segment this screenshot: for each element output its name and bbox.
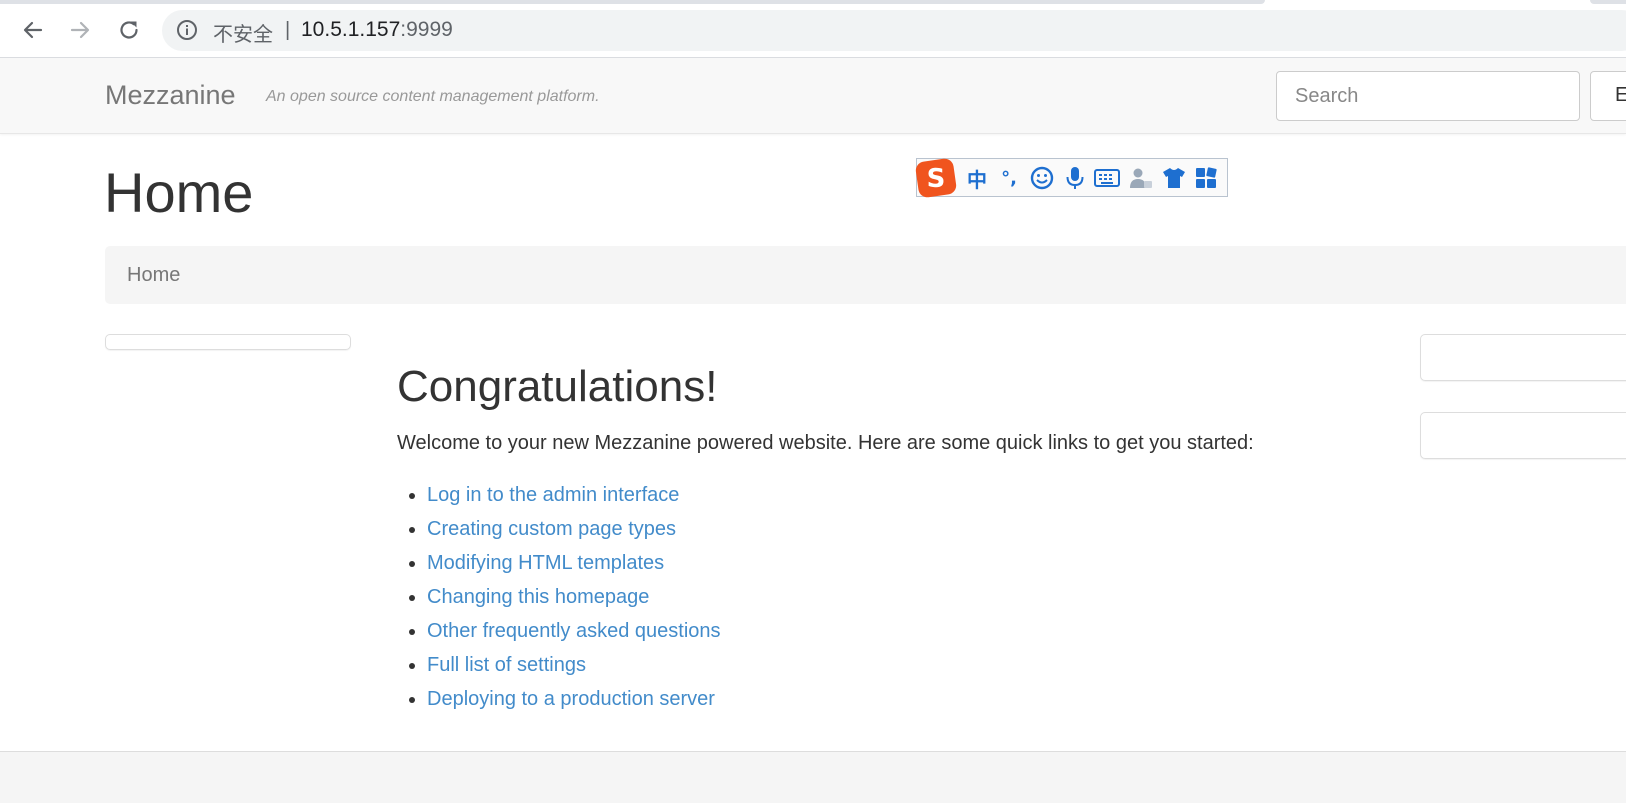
keyboard-glyph xyxy=(1094,169,1120,187)
microphone-icon[interactable] xyxy=(1062,165,1088,191)
sogou-logo-icon[interactable]: S xyxy=(915,158,957,198)
tab-strip-edge-right xyxy=(1590,0,1626,4)
settings-list-link[interactable]: Full list of settings xyxy=(427,654,586,676)
custom-page-types-link[interactable]: Creating custom page types xyxy=(427,518,676,540)
site-tagline: An open source content management platfo… xyxy=(266,88,600,105)
html-templates-link[interactable]: Modifying HTML templates xyxy=(427,552,664,574)
list-item: Deploying to a production server xyxy=(427,682,721,716)
reload-button[interactable] xyxy=(111,12,147,48)
smiley-icon xyxy=(1030,166,1054,190)
skin-shirt-icon[interactable] xyxy=(1161,165,1187,191)
not-secure-label: 不安全 xyxy=(213,22,273,46)
right-sidebar-panel-1 xyxy=(1420,334,1626,381)
grid-glyph xyxy=(1196,167,1217,188)
url-text: 10.5.1.157:9999 xyxy=(301,18,453,42)
back-button[interactable] xyxy=(15,12,51,48)
site-brand-link[interactable]: Mezzanine xyxy=(105,80,236,111)
intro-text: Welcome to your new Mezzanine powered we… xyxy=(397,432,1254,454)
address-bar[interactable]: 不安全 | 10.5.1.157:9999 xyxy=(162,10,1626,51)
breadcrumb-item-home: Home xyxy=(127,264,181,286)
url-port: :9999 xyxy=(400,18,453,41)
list-item: Creating custom page types xyxy=(427,512,721,546)
site-navbar: Mezzanine An open source content managem… xyxy=(0,58,1626,134)
user-icon[interactable] xyxy=(1128,165,1154,191)
list-item: Full list of settings xyxy=(427,648,721,682)
forward-arrow-icon xyxy=(70,21,90,39)
list-item: Changing this homepage xyxy=(427,580,721,614)
toolbox-grid-icon[interactable] xyxy=(1193,165,1219,191)
left-sidebar-panel xyxy=(105,334,351,350)
quick-links-list: Log in to the admin interface Creating c… xyxy=(397,478,721,716)
ime-logo-letter: S xyxy=(927,164,946,194)
tab-strip-edge xyxy=(0,0,1265,4)
list-item: Other frequently asked questions xyxy=(427,614,721,648)
search-button[interactable]: E xyxy=(1590,71,1626,121)
url-host: 10.5.1.157 xyxy=(301,18,401,41)
forward-button[interactable] xyxy=(62,12,98,48)
search-input[interactable] xyxy=(1276,71,1580,121)
reload-icon xyxy=(120,21,138,39)
user-glyph xyxy=(1130,168,1152,188)
list-item: Modifying HTML templates xyxy=(427,546,721,580)
punctuation-mode-icon[interactable]: °, xyxy=(996,165,1022,191)
emoji-icon[interactable] xyxy=(1029,165,1055,191)
breadcrumb: Home xyxy=(105,246,1626,304)
back-arrow-icon xyxy=(23,21,43,39)
admin-login-link[interactable]: Log in to the admin interface xyxy=(427,484,679,506)
content-heading: Congratulations! xyxy=(397,362,718,411)
browser-toolbar: 不安全 | 10.5.1.157:9999 xyxy=(0,0,1626,58)
ime-toolbar: S 中 °, xyxy=(915,158,1228,198)
faq-link[interactable]: Other frequently asked questions xyxy=(427,620,721,642)
info-icon[interactable] xyxy=(176,19,198,41)
deployment-link[interactable]: Deploying to a production server xyxy=(427,688,715,710)
shirt-glyph xyxy=(1163,168,1185,188)
change-homepage-link[interactable]: Changing this homepage xyxy=(427,586,649,608)
page-title: Home xyxy=(104,161,254,224)
chinese-mode-icon[interactable]: 中 xyxy=(964,165,990,192)
omnibox-separator: | xyxy=(285,19,291,41)
right-sidebar-panel-2 xyxy=(1420,412,1626,459)
site-footer xyxy=(0,751,1626,803)
keyboard-icon[interactable] xyxy=(1094,165,1120,191)
list-item: Log in to the admin interface xyxy=(427,478,721,512)
mic-glyph xyxy=(1066,167,1084,189)
